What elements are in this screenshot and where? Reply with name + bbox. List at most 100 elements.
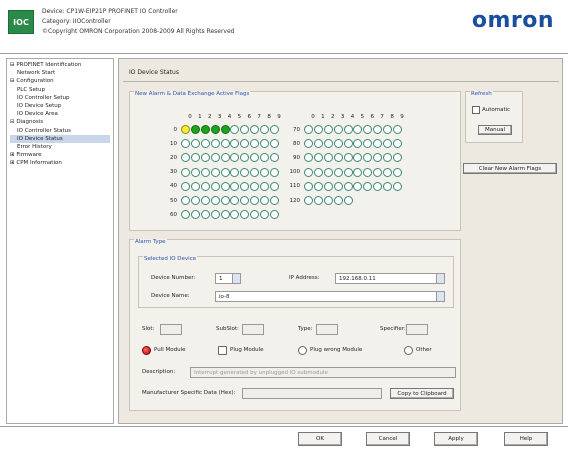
column-digit: 7 bbox=[257, 114, 261, 120]
plug-wrong-module-radio[interactable] bbox=[298, 346, 307, 355]
column-digit: 4 bbox=[350, 114, 355, 120]
status-flag-indicator bbox=[343, 167, 353, 177]
status-flag-indicator bbox=[393, 181, 403, 191]
flag-row: 40 bbox=[163, 181, 280, 191]
status-flag-indicator bbox=[343, 139, 353, 149]
tree-item[interactable]: ⊟ Configuration bbox=[10, 77, 110, 85]
status-flag-indicator bbox=[200, 210, 210, 220]
tree-item[interactable]: PLC Setup bbox=[10, 86, 110, 94]
row-number: 80 bbox=[293, 140, 300, 147]
tree-item[interactable]: IO Device Status bbox=[10, 134, 110, 144]
copyright-line: ©Copyright OMRON Corporation 2008-2009 A… bbox=[42, 28, 235, 35]
tree-item[interactable]: Error History bbox=[10, 143, 110, 151]
ok-button[interactable]: OK bbox=[298, 432, 342, 446]
omron-logo: omron bbox=[471, 8, 554, 33]
status-flag-indicator bbox=[220, 167, 230, 177]
status-flag-indicator bbox=[353, 125, 363, 134]
device-name-value: io-8 bbox=[219, 294, 230, 300]
copy-to-clipboard-button[interactable]: Copy to Clipboard bbox=[390, 388, 454, 399]
status-flag-indicator bbox=[333, 139, 343, 149]
status-flag-indicator bbox=[250, 139, 260, 149]
status-flag-indicator bbox=[383, 139, 393, 149]
tree-item[interactable]: ⊞ Firmware bbox=[10, 151, 110, 159]
flag-row: 100 bbox=[286, 167, 403, 177]
status-flag-indicator bbox=[200, 125, 210, 134]
flag-row: 120 bbox=[286, 196, 353, 205]
row-number: 30 bbox=[170, 169, 177, 176]
chevron-down-icon bbox=[436, 274, 444, 283]
status-flag-indicator bbox=[220, 153, 230, 163]
slot-field[interactable] bbox=[160, 324, 182, 335]
tree-item[interactable]: IO Controller Setup bbox=[10, 94, 110, 102]
plug-module-radio[interactable] bbox=[218, 346, 227, 355]
status-flag-indicator bbox=[373, 181, 383, 191]
plug-module-label: Plug Module bbox=[230, 347, 264, 353]
subslot-field[interactable] bbox=[242, 324, 264, 335]
status-flag-indicator bbox=[260, 210, 270, 220]
plug-wrong-module-label: Plug wrong Module bbox=[310, 347, 363, 353]
navigation-tree[interactable]: ⊟ PROFINET Identification Network Start ⊟… bbox=[6, 58, 114, 424]
slot-label: Slot: bbox=[142, 326, 155, 332]
column-digit: 7 bbox=[380, 114, 384, 120]
clear-alarm-flags-button[interactable]: Clear New Alarm Flags bbox=[463, 163, 557, 174]
status-flag-indicator bbox=[353, 167, 363, 177]
type-field[interactable] bbox=[316, 324, 338, 335]
status-flag-indicator bbox=[250, 125, 260, 134]
status-flag-indicator bbox=[270, 167, 280, 177]
device-number-select[interactable]: 1 bbox=[215, 273, 241, 284]
tree-item[interactable]: IO Controller Status bbox=[10, 127, 110, 135]
column-digit: 9 bbox=[400, 114, 404, 120]
chevron-down-icon bbox=[436, 292, 444, 301]
manufacturer-data-field[interactable] bbox=[242, 388, 382, 399]
flag-row: 90 bbox=[286, 153, 403, 163]
flag-row: 20 bbox=[163, 153, 280, 163]
other-radio[interactable] bbox=[404, 346, 413, 355]
flag-row: 10 bbox=[163, 139, 280, 149]
status-flag-indicator bbox=[181, 181, 190, 191]
status-flag-indicator bbox=[313, 153, 323, 163]
column-digit: 0 bbox=[188, 114, 192, 120]
tree-item[interactable]: ⊟ Diagnosis bbox=[10, 118, 110, 126]
pull-module-radio[interactable] bbox=[142, 346, 151, 355]
tree-item[interactable]: IO Device Setup bbox=[10, 102, 110, 110]
status-flag-indicator bbox=[220, 139, 230, 149]
status-flag-indicator bbox=[313, 167, 323, 177]
tree-item[interactable]: Network Start bbox=[10, 69, 110, 77]
device-name-select[interactable]: io-8 bbox=[215, 291, 445, 302]
status-flag-indicator bbox=[260, 196, 270, 205]
status-flag-indicator bbox=[323, 181, 333, 191]
tree-item[interactable]: ⊞ CPM Information bbox=[10, 159, 110, 167]
ioc-logo: IOC bbox=[8, 10, 34, 34]
specifier-field[interactable] bbox=[406, 324, 428, 335]
status-flag-indicator bbox=[363, 167, 373, 177]
tree-item[interactable]: ⊟ PROFINET Identification bbox=[10, 61, 110, 69]
status-flag-indicator bbox=[230, 181, 240, 191]
status-flag-indicator bbox=[240, 210, 250, 220]
cancel-button[interactable]: Cancel bbox=[366, 432, 410, 446]
chevron-down-icon bbox=[232, 274, 240, 283]
apply-button[interactable]: Apply bbox=[434, 432, 478, 446]
status-flag-indicator bbox=[270, 153, 280, 163]
status-flag-indicator bbox=[250, 196, 260, 205]
ip-address-select[interactable]: 192.168.0.11 bbox=[335, 273, 445, 284]
manual-button[interactable]: Manual bbox=[478, 125, 512, 135]
row-number: 120 bbox=[289, 197, 301, 204]
status-flag-indicator bbox=[190, 196, 200, 205]
flag-row: 0 bbox=[163, 125, 280, 134]
description-field[interactable]: Interrupt generated by unplugged IO subm… bbox=[190, 367, 456, 378]
status-flag-indicator bbox=[393, 153, 403, 163]
automatic-checkbox[interactable] bbox=[472, 106, 480, 114]
status-flag-indicator bbox=[343, 196, 353, 205]
column-digit: 8 bbox=[267, 114, 271, 120]
status-flag-indicator bbox=[383, 153, 393, 163]
status-flag-indicator bbox=[333, 125, 343, 134]
status-flag-indicator bbox=[373, 167, 383, 177]
status-flag-indicator bbox=[190, 139, 200, 149]
flag-row: 80 bbox=[286, 139, 403, 149]
status-flag-indicator bbox=[220, 210, 230, 220]
status-flag-indicator bbox=[304, 153, 313, 163]
tree-item[interactable]: IO Device Area bbox=[10, 110, 110, 118]
help-button[interactable]: Help bbox=[504, 432, 548, 446]
status-flag-indicator bbox=[250, 167, 260, 177]
status-flag-indicator bbox=[260, 153, 270, 163]
